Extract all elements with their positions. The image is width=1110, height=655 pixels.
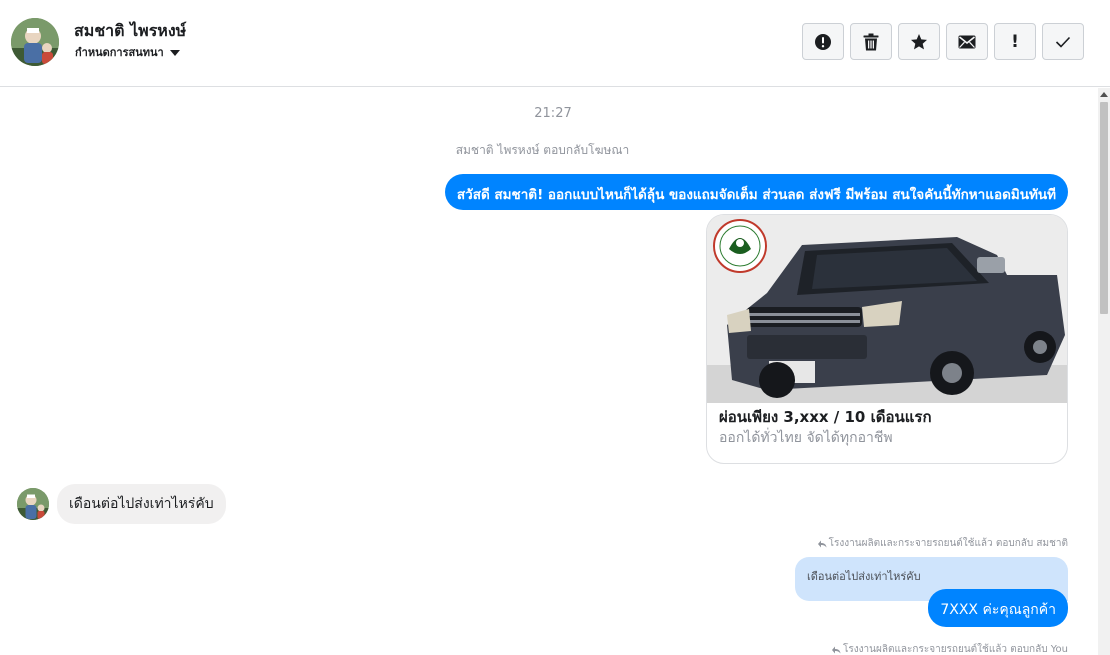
conversation-header: สมชาติ ไพรหงษ์ กำหนดการสนทนา ! xyxy=(0,0,1110,87)
incoming-message-row: เดือนต่อไปส่งเท่าไหร่คับ xyxy=(17,484,226,524)
conversation-settings-dropdown[interactable]: กำหนดการสนทนา xyxy=(75,43,180,61)
mark-unread-button[interactable] xyxy=(946,23,988,60)
contact-name[interactable]: สมชาติ ไพรหงษ์ xyxy=(74,19,186,44)
exclamation-icon: ! xyxy=(1011,31,1019,52)
message-thread[interactable]: 21:27 สมชาติ ไพรหงษ์ ตอบกลับโฆษณา สวัสดี… xyxy=(0,88,1098,655)
ad-card-title: ผ่อนเพียง 3,xxx / 10 เดือนแรก xyxy=(719,408,932,426)
reply-arrow-icon xyxy=(832,646,841,653)
reply-meta-text: โรงงานผลิตและกระจายรถยนต์ใช้แล้ว ตอบกลับ… xyxy=(828,538,1068,549)
follow-up-button[interactable]: ! xyxy=(994,23,1036,60)
outgoing-reply-message[interactable]: 7XXX ค่ะคุณลูกค้า xyxy=(928,589,1068,627)
scroll-up-arrow-icon[interactable] xyxy=(1100,92,1108,97)
ad-card[interactable]: ผ่อนเพียง 3,xxx / 10 เดือนแรก ออกได้ทั่ว… xyxy=(706,214,1068,464)
sender-avatar[interactable] xyxy=(17,488,49,520)
conversation-toolbar: ! xyxy=(802,23,1084,60)
scrollbar-thumb[interactable] xyxy=(1100,102,1108,314)
caret-down-icon xyxy=(169,49,180,56)
pickup-truck-image xyxy=(707,215,1067,403)
ad-reply-note: สมชาติ ไพรหงษ์ ตอบกลับโฆษณา xyxy=(455,143,630,157)
ad-card-subtitle: ออกได้ทั่วไทย จัดได้ทุกอาชีพ xyxy=(719,430,893,446)
trash-icon xyxy=(863,33,879,50)
reply-meta-text: โรงงานผลิตและกระจายรถยนต์ใช้แล้ว ตอบกลับ… xyxy=(843,644,1068,655)
mark-as-spam-button[interactable] xyxy=(802,23,844,60)
reply-meta: โรงงานผลิตและกระจายรถยนต์ใช้แล้ว ตอบกลับ… xyxy=(832,642,1068,655)
thread-scrollbar[interactable] xyxy=(1098,88,1110,655)
message-timestamp: 21:27 xyxy=(534,106,572,121)
incoming-message[interactable]: เดือนต่อไปส่งเท่าไหร่คับ xyxy=(57,484,226,524)
reply-meta: โรงงานผลิตและกระจายรถยนต์ใช้แล้ว ตอบกลับ… xyxy=(817,536,1068,551)
reply-arrow-icon xyxy=(817,540,827,547)
contact-avatar[interactable] xyxy=(11,18,59,66)
ad-card-image xyxy=(707,215,1067,403)
star-icon xyxy=(911,33,927,49)
conversation-settings-label: กำหนดการสนทนา xyxy=(75,46,164,59)
envelope-icon xyxy=(958,35,976,48)
check-icon xyxy=(1055,36,1071,48)
outgoing-greeting-message[interactable]: สวัสดี สมชาติ! ออกแบบไหนก็ได้ลุ้น ของแถม… xyxy=(444,174,1068,210)
mark-done-button[interactable] xyxy=(1042,23,1084,60)
alert-circle-icon xyxy=(815,33,831,50)
delete-button[interactable] xyxy=(850,23,892,60)
messenger-conversation: สมชาติ ไพรหงษ์ กำหนดการสนทนา ! 21:27 สมช… xyxy=(0,0,1110,655)
star-button[interactable] xyxy=(898,23,940,60)
